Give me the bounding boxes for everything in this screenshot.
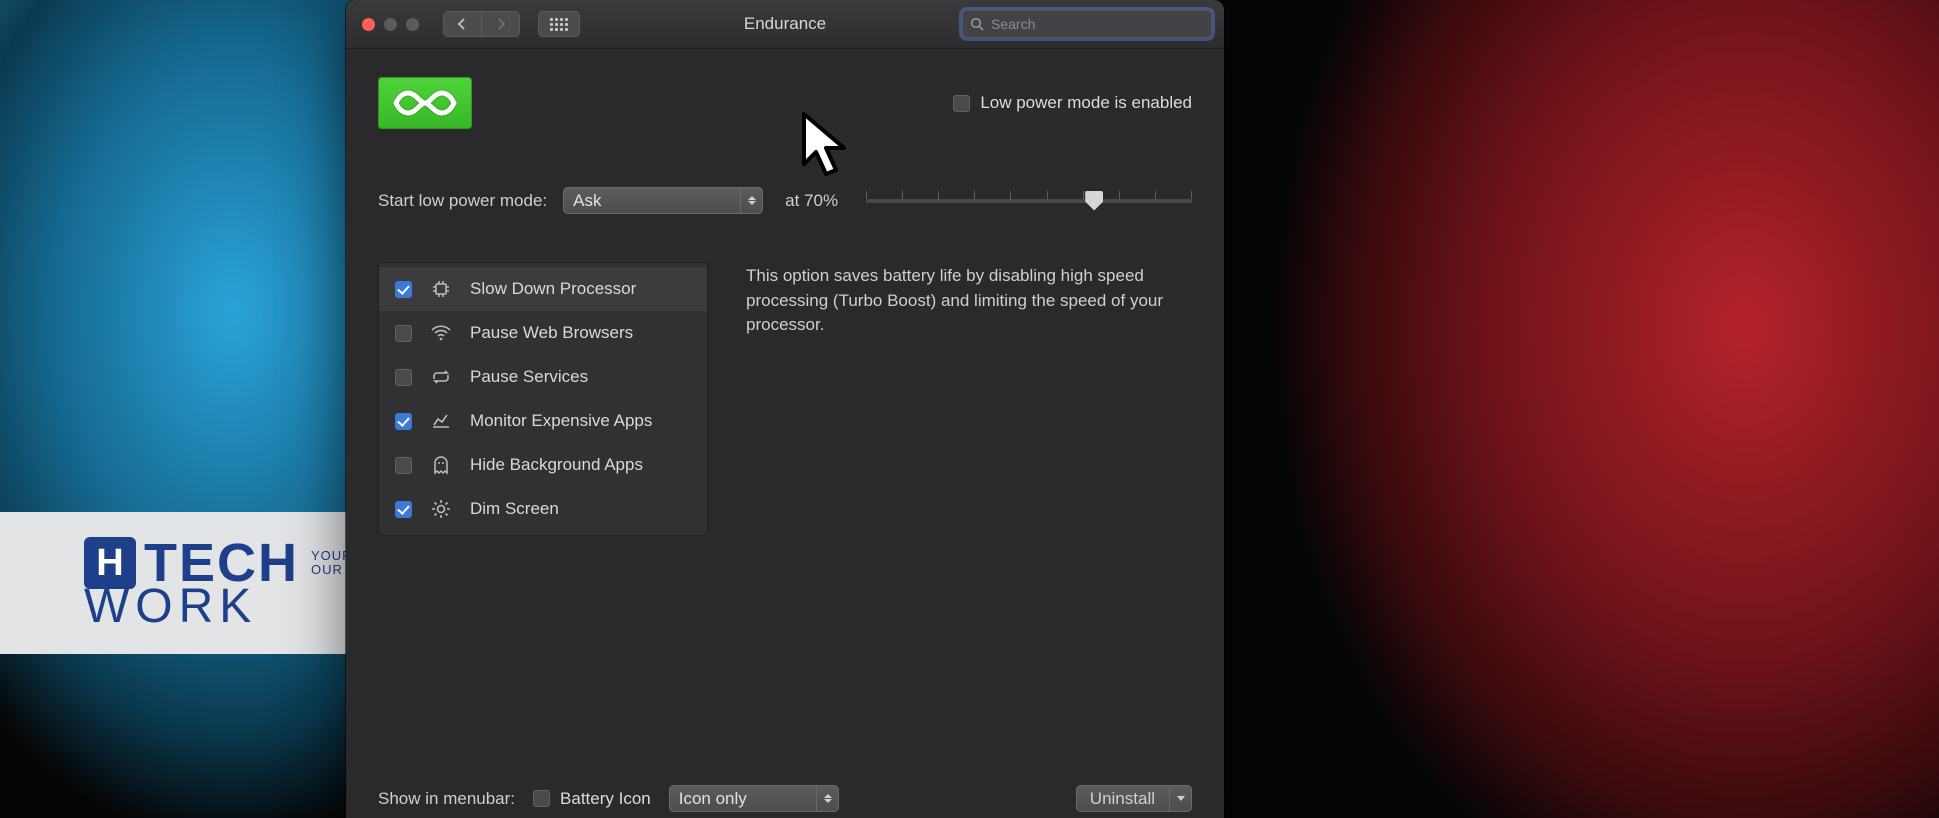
preferences-window: Endurance Low power mode is enabled Star… bbox=[346, 0, 1224, 818]
start-mode-label: Start low power mode: bbox=[378, 191, 547, 211]
checkbox-icon[interactable] bbox=[395, 281, 412, 298]
menubar-label: Show in menubar: bbox=[378, 789, 515, 809]
window-zoom-button[interactable] bbox=[406, 18, 419, 31]
uninstall-label: Uninstall bbox=[1076, 789, 1169, 809]
nav-back-forward bbox=[443, 11, 520, 37]
checkbox-icon[interactable] bbox=[395, 501, 412, 518]
window-traffic-lights bbox=[362, 18, 419, 31]
window-close-button[interactable] bbox=[362, 18, 375, 31]
wifi-icon bbox=[430, 325, 452, 341]
search-input[interactable] bbox=[962, 10, 1212, 38]
uninstall-button[interactable]: Uninstall bbox=[1076, 785, 1192, 812]
menubar-style-value: Icon only bbox=[679, 789, 747, 809]
checkbox-icon[interactable] bbox=[395, 369, 412, 386]
checkbox-icon bbox=[953, 95, 970, 112]
stepper-arrows-icon bbox=[816, 785, 839, 812]
feature-label: Hide Background Apps bbox=[470, 455, 643, 475]
slider-track bbox=[866, 199, 1192, 203]
battery-icon-label: Battery Icon bbox=[560, 789, 651, 809]
feature-description: This option saves battery life by disabl… bbox=[746, 262, 1192, 338]
feature-row-pause-web[interactable]: Pause Web Browsers bbox=[379, 311, 707, 355]
uninstall-menu-toggle[interactable] bbox=[1169, 785, 1192, 812]
slider-ticks bbox=[866, 191, 1192, 199]
checkbox-icon[interactable] bbox=[395, 325, 412, 342]
feature-label: Pause Services bbox=[470, 367, 588, 387]
low-power-mode-label: Low power mode is enabled bbox=[980, 93, 1192, 113]
feature-row-hide-bg[interactable]: Hide Background Apps bbox=[379, 443, 707, 487]
cpu-icon bbox=[430, 279, 452, 299]
loop-icon bbox=[430, 370, 452, 384]
threshold-slider[interactable] bbox=[866, 189, 1192, 213]
checkbox-icon[interactable] bbox=[395, 457, 412, 474]
feature-label: Slow Down Processor bbox=[470, 279, 636, 299]
low-power-mode-toggle[interactable]: Low power mode is enabled bbox=[953, 93, 1192, 113]
start-mode-select[interactable]: Ask bbox=[563, 187, 763, 214]
window-titlebar: Endurance bbox=[346, 0, 1224, 49]
feature-row-pause-svc[interactable]: Pause Services bbox=[379, 355, 707, 399]
window-minimize-button[interactable] bbox=[384, 18, 397, 31]
feature-row-mon-apps[interactable]: Monitor Expensive Apps bbox=[379, 399, 707, 443]
menubar-style-select[interactable]: Icon only bbox=[669, 785, 839, 812]
threshold-label: at 70% bbox=[785, 191, 838, 211]
feature-label: Monitor Expensive Apps bbox=[470, 411, 652, 431]
search-icon bbox=[970, 17, 984, 31]
chevron-left-icon bbox=[457, 18, 467, 30]
chevron-down-icon bbox=[1177, 796, 1185, 801]
feature-row-slow-cpu[interactable]: Slow Down Processor bbox=[379, 267, 707, 311]
feature-row-dim[interactable]: Dim Screen bbox=[379, 487, 707, 531]
chart-icon bbox=[430, 413, 452, 429]
nav-back-button[interactable] bbox=[443, 11, 481, 37]
ghost-icon bbox=[430, 455, 452, 475]
stepper-arrows-icon bbox=[740, 187, 763, 214]
nav-forward-button[interactable] bbox=[481, 11, 520, 37]
endurance-app-icon bbox=[378, 77, 472, 129]
feature-label: Dim Screen bbox=[470, 499, 559, 519]
grid-icon bbox=[550, 18, 568, 31]
slider-thumb[interactable] bbox=[1085, 191, 1103, 211]
brightness-icon bbox=[430, 499, 452, 519]
feature-label: Pause Web Browsers bbox=[470, 323, 633, 343]
checkbox-icon[interactable] bbox=[395, 413, 412, 430]
start-mode-value: Ask bbox=[573, 191, 601, 211]
infinity-icon bbox=[392, 87, 458, 119]
battery-icon-toggle[interactable]: Battery Icon bbox=[533, 789, 651, 809]
feature-list: Slow Down Processor Pause Web Browsers Pau… bbox=[378, 262, 708, 536]
show-all-prefs-button[interactable] bbox=[538, 11, 580, 37]
chevron-right-icon bbox=[496, 18, 506, 30]
checkbox-icon bbox=[533, 790, 550, 807]
